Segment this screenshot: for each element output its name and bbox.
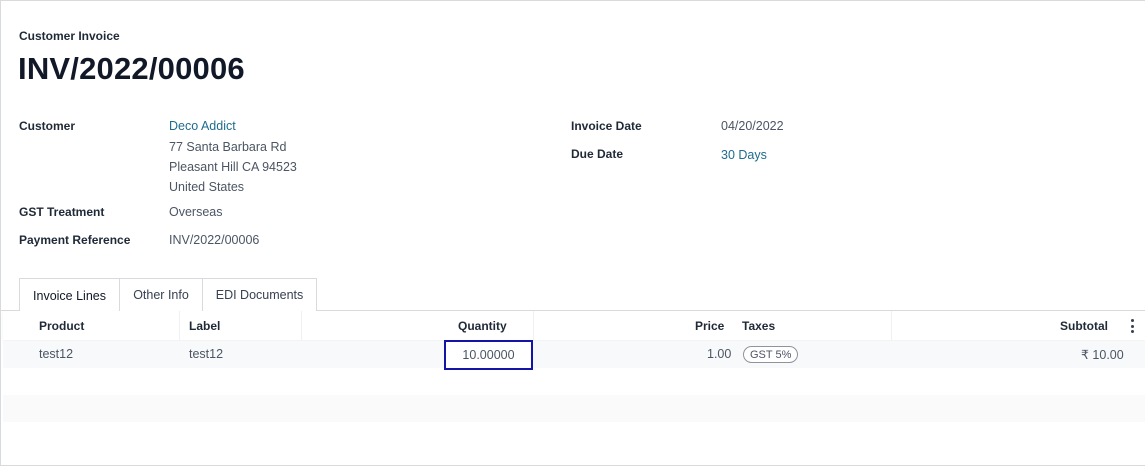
- column-divider: [179, 311, 180, 340]
- optional-columns-kebab-icon[interactable]: [1129, 319, 1135, 333]
- column-taxes[interactable]: Taxes: [742, 319, 775, 333]
- customer-address-line3: United States: [169, 180, 245, 194]
- customer-address-line1: 77 Santa Barbara Rd: [169, 140, 287, 154]
- column-divider: [301, 311, 302, 340]
- notebook-tabs: Invoice Lines Other Info EDI Documents: [1, 278, 1145, 312]
- payment-reference-label: Payment Reference: [19, 233, 131, 247]
- empty-row: [3, 395, 1145, 422]
- gst-treatment-value[interactable]: Overseas: [169, 205, 223, 219]
- customer-label: Customer: [19, 119, 76, 133]
- column-quantity[interactable]: Quantity: [458, 319, 507, 333]
- invoice-date-label: Invoice Date: [571, 119, 642, 133]
- column-label[interactable]: Label: [189, 319, 220, 333]
- gst-treatment-label: GST Treatment: [19, 205, 105, 219]
- column-price[interactable]: Price: [695, 319, 724, 333]
- tab-edi-documents[interactable]: EDI Documents: [202, 278, 317, 311]
- invoice-lines-header: Product Label Quantity Price Taxes Subto…: [3, 311, 1145, 340]
- column-product[interactable]: Product: [39, 319, 84, 333]
- invoice-form: Customer Invoice INV/2022/00006 Customer…: [0, 0, 1145, 466]
- customer-address-line2: Pleasant Hill CA 94523: [169, 160, 297, 174]
- tab-other-info[interactable]: Other Info: [119, 278, 203, 311]
- invoice-number-title: INV/2022/00006: [18, 51, 245, 86]
- column-divider: [533, 311, 534, 340]
- column-divider: [891, 311, 892, 340]
- quantity-input[interactable]: 10.00000: [444, 340, 533, 370]
- customer-link[interactable]: Deco Addict: [169, 119, 236, 133]
- document-type: Customer Invoice: [19, 29, 120, 43]
- due-date-value[interactable]: 30 Days: [721, 148, 767, 162]
- payment-reference-value[interactable]: INV/2022/00006: [169, 233, 259, 247]
- row-label[interactable]: test12: [189, 347, 223, 361]
- row-product[interactable]: test12: [39, 347, 73, 361]
- tax-badge[interactable]: GST 5%: [743, 346, 799, 363]
- column-subtotal[interactable]: Subtotal: [1060, 319, 1108, 333]
- invoice-date-value[interactable]: 04/20/2022: [721, 119, 784, 133]
- due-date-label: Due Date: [571, 147, 624, 161]
- row-subtotal: ₹ 10.00: [1081, 348, 1124, 362]
- row-price[interactable]: 1.00: [707, 347, 731, 361]
- tab-invoice-lines[interactable]: Invoice Lines: [19, 278, 120, 312]
- table-row[interactable]: test12 test12 1.00 ₹ 10.00: [3, 341, 1145, 368]
